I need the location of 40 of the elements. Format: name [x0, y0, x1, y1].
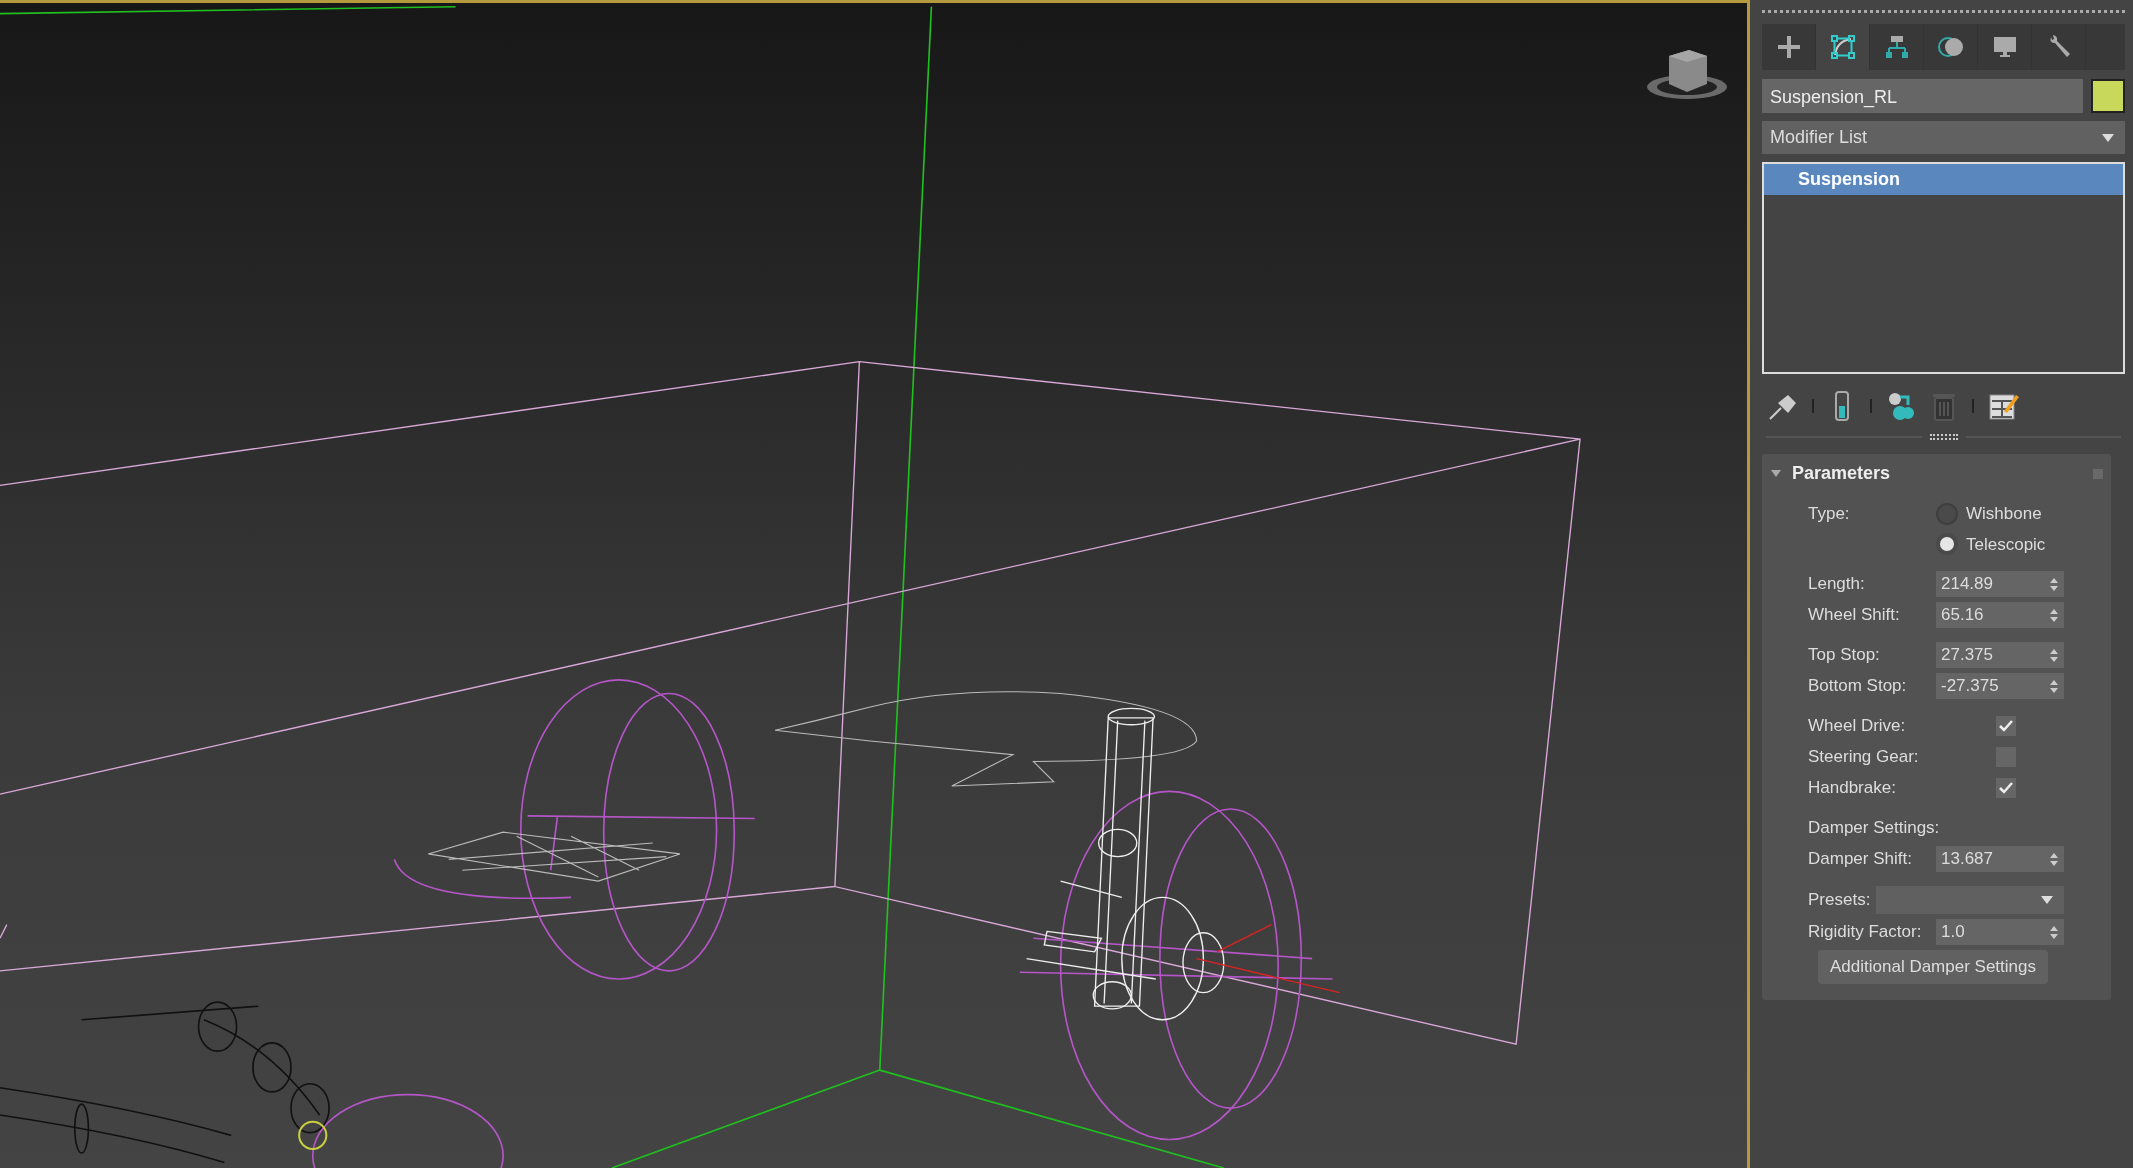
shapes-arrow-icon[interactable]	[1886, 391, 1916, 421]
checkbox[interactable]	[1996, 716, 2016, 736]
checkbox[interactable]	[1996, 778, 2016, 798]
field-label: Top Stop:	[1808, 644, 1881, 667]
caret-icon	[2101, 131, 2115, 144]
spinner-field[interactable]: 214.89	[1936, 571, 2064, 597]
spinner-field[interactable]: 27.375	[1936, 642, 2064, 668]
field-label: Rigidity Factor:	[1808, 921, 1923, 944]
modifier-list-dropdown[interactable]: Modifier List	[1762, 121, 2125, 154]
field-label: Presets:	[1808, 889, 1871, 912]
object-name-field[interactable]: Suspension_RL	[1762, 79, 2083, 113]
spinner-arrows-icon[interactable]	[2049, 851, 2059, 867]
radio-label[interactable]: Telescopic	[1966, 531, 2046, 557]
rollout-title[interactable]: Parameters	[1792, 460, 2083, 487]
field-label: Wheel Shift:	[1808, 604, 1901, 627]
spinner-field[interactable]: 13.687	[1936, 846, 2064, 872]
damper-settings-button[interactable]: Additional Damper Settings	[1818, 950, 2048, 984]
stack-item[interactable]: Suspension	[1764, 164, 2123, 195]
field-label: Handbrake:	[1808, 777, 1897, 800]
spinner-field[interactable]: 1.0	[1936, 919, 2064, 945]
curve-icon	[1828, 33, 1857, 61]
spinner-arrows-icon[interactable]	[2049, 607, 2059, 623]
radio-label[interactable]: Wishbone	[1966, 501, 2042, 527]
field-label: Steering Gear:	[1808, 746, 1920, 769]
section-label: Damper Settings:	[1808, 817, 1940, 840]
radio-button[interactable]	[1936, 533, 1958, 556]
spinner-field[interactable]: -27.375	[1936, 673, 2064, 699]
spinner-arrows-icon[interactable]	[2049, 576, 2059, 592]
spinner-field[interactable]: 65.16	[1936, 602, 2064, 628]
table-pencil-icon[interactable]	[1988, 391, 2020, 421]
field-label: Bottom Stop:	[1808, 675, 1908, 698]
field-label: Damper Shift:	[1808, 848, 1913, 871]
spinner-arrows-icon[interactable]	[2049, 647, 2059, 663]
field-label: Type:	[1808, 503, 1851, 525]
field-label: Length:	[1808, 573, 1866, 596]
field-label: Wheel Drive:	[1808, 715, 1907, 738]
object-color-swatch[interactable]	[2091, 79, 2125, 113]
spinner-arrows-icon[interactable]	[2049, 924, 2059, 940]
spinner-arrows-icon[interactable]	[2049, 678, 2059, 694]
caret-icon	[2040, 894, 2055, 906]
